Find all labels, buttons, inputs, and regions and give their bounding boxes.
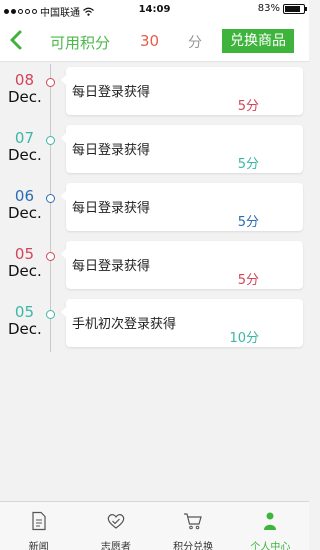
back-arrow-icon[interactable] [6, 28, 28, 52]
record-month: Dec. [8, 262, 42, 280]
record-points: 5分 [237, 273, 259, 288]
record-title: 每日登录获得 [72, 85, 151, 100]
available-points-label: 可用积分 [50, 34, 111, 52]
record-card[interactable]: 每日登录获得 5分 [61, 241, 303, 289]
timeline-node [46, 136, 55, 145]
status-bar: 中国联通 14:09 83% [0, 0, 309, 20]
document-icon [32, 511, 46, 531]
timeline-row: 06 Dec. 每日登录获得 5分 [0, 183, 309, 231]
exchange-goods-button[interactable]: 兑换商品 [222, 29, 294, 53]
tab-label: 志愿者 [100, 542, 131, 550]
timeline-node [46, 78, 55, 87]
record-month: Dec. [8, 320, 42, 338]
tab-volunteer[interactable]: 志愿者 [77, 502, 154, 550]
battery-percent: 83% [257, 3, 280, 14]
heart-icon [107, 514, 125, 529]
record-card[interactable]: 每日登录获得 5分 [61, 183, 303, 231]
tab-label: 积分兑换 [173, 542, 214, 550]
person-icon [264, 512, 277, 530]
record-card[interactable]: 每日登录获得 5分 [61, 67, 303, 115]
tab-personal-center[interactable]: 个人中心 [232, 502, 309, 550]
tab-bar: 新闻 志愿者 积分兑换 个人中心 [0, 501, 309, 550]
timeline-row: 08 Dec. 每日登录获得 5分 [0, 67, 309, 115]
nav-bar: 可用积分 30 分 兑换商品 [0, 20, 309, 62]
record-title: 手机初次登录获得 [72, 317, 177, 332]
record-points: 5分 [237, 215, 259, 230]
record-day: 07 [14, 129, 34, 147]
tab-label: 个人中心 [250, 542, 291, 550]
record-points: 5分 [237, 157, 259, 172]
record-month: Dec. [8, 204, 42, 222]
record-day: 05 [14, 303, 34, 321]
record-day: 05 [14, 245, 34, 263]
record-card[interactable]: 每日登录获得 5分 [61, 125, 303, 173]
record-title: 每日登录获得 [72, 143, 151, 158]
battery-icon [283, 3, 307, 14]
record-day: 08 [14, 71, 34, 89]
tab-news[interactable]: 新闻 [0, 502, 77, 550]
timeline-node [46, 310, 55, 319]
timeline-row: 05 Dec. 手机初次登录获得 10分 [0, 299, 309, 347]
points-value: 30 [140, 32, 160, 50]
record-title: 每日登录获得 [72, 201, 151, 216]
timeline-row: 05 Dec. 每日登录获得 5分 [0, 241, 309, 289]
record-card[interactable]: 手机初次登录获得 10分 [61, 299, 303, 347]
record-points: 10分 [229, 331, 259, 346]
timeline-node [46, 194, 55, 203]
tab-points-exchange[interactable]: 积分兑换 [155, 502, 232, 550]
record-day: 06 [14, 187, 34, 205]
record-title: 每日登录获得 [72, 259, 151, 274]
points-unit: 分 [188, 35, 202, 51]
cart-icon [184, 513, 202, 530]
record-month: Dec. [8, 146, 42, 164]
record-points: 5分 [237, 99, 259, 114]
record-month: Dec. [8, 88, 42, 106]
tab-label: 新闻 [28, 542, 49, 550]
timeline-node [46, 252, 55, 261]
timeline-row: 07 Dec. 每日登录获得 5分 [0, 125, 309, 173]
